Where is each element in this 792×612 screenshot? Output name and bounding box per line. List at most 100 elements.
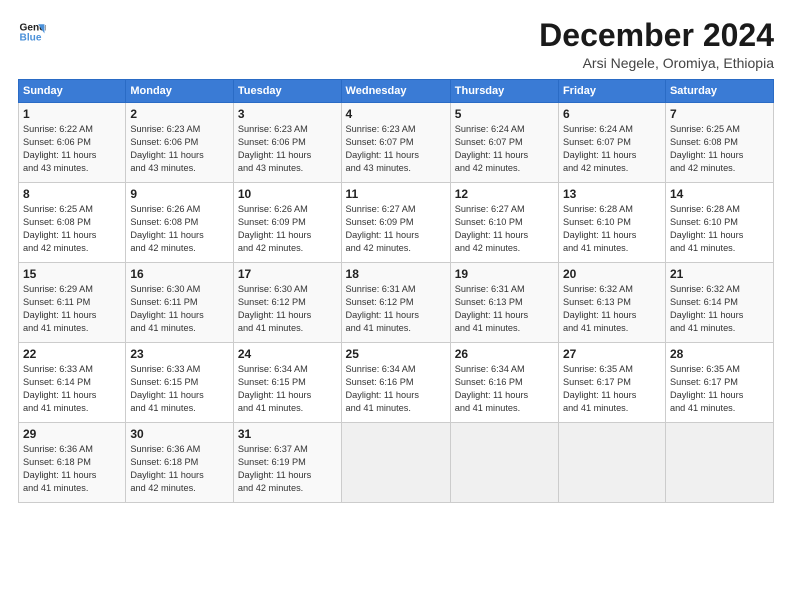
day-info: Sunrise: 6:30 AMSunset: 6:11 PMDaylight:… [130, 283, 229, 335]
logo: General Blue [18, 18, 46, 46]
day-number: 2 [130, 107, 229, 121]
day-info: Sunrise: 6:24 AMSunset: 6:07 PMDaylight:… [563, 123, 661, 175]
day-number: 14 [670, 187, 769, 201]
day-info: Sunrise: 6:22 AMSunset: 6:06 PMDaylight:… [23, 123, 121, 175]
table-row: 2 Sunrise: 6:23 AMSunset: 6:06 PMDaylight… [126, 103, 234, 183]
day-info: Sunrise: 6:25 AMSunset: 6:08 PMDaylight:… [23, 203, 121, 255]
day-number: 15 [23, 267, 121, 281]
table-row: 16 Sunrise: 6:30 AMSunset: 6:11 PMDayligh… [126, 263, 234, 343]
day-info: Sunrise: 6:34 AMSunset: 6:15 PMDaylight:… [238, 363, 337, 415]
table-row: 8 Sunrise: 6:25 AMSunset: 6:08 PMDaylight… [19, 183, 126, 263]
day-info: Sunrise: 6:34 AMSunset: 6:16 PMDaylight:… [455, 363, 554, 415]
table-row [665, 423, 773, 503]
day-info: Sunrise: 6:37 AMSunset: 6:19 PMDaylight:… [238, 443, 337, 495]
day-number: 19 [455, 267, 554, 281]
table-row [558, 423, 665, 503]
day-info: Sunrise: 6:26 AMSunset: 6:08 PMDaylight:… [130, 203, 229, 255]
day-number: 30 [130, 427, 229, 441]
table-row: 7 Sunrise: 6:25 AMSunset: 6:08 PMDaylight… [665, 103, 773, 183]
col-friday: Friday [558, 80, 665, 103]
day-info: Sunrise: 6:31 AMSunset: 6:12 PMDaylight:… [346, 283, 446, 335]
table-row: 9 Sunrise: 6:26 AMSunset: 6:08 PMDaylight… [126, 183, 234, 263]
col-saturday: Saturday [665, 80, 773, 103]
day-number: 23 [130, 347, 229, 361]
table-row: 30 Sunrise: 6:36 AMSunset: 6:18 PMDayligh… [126, 423, 234, 503]
day-number: 29 [23, 427, 121, 441]
table-row: 13 Sunrise: 6:28 AMSunset: 6:10 PMDayligh… [558, 183, 665, 263]
calendar: Sunday Monday Tuesday Wednesday Thursday… [18, 79, 774, 503]
table-row: 24 Sunrise: 6:34 AMSunset: 6:15 PMDayligh… [233, 343, 341, 423]
col-monday: Monday [126, 80, 234, 103]
day-info: Sunrise: 6:35 AMSunset: 6:17 PMDaylight:… [670, 363, 769, 415]
day-info: Sunrise: 6:27 AMSunset: 6:09 PMDaylight:… [346, 203, 446, 255]
col-wednesday: Wednesday [341, 80, 450, 103]
table-row [450, 423, 558, 503]
day-number: 18 [346, 267, 446, 281]
day-number: 3 [238, 107, 337, 121]
day-number: 27 [563, 347, 661, 361]
day-info: Sunrise: 6:33 AMSunset: 6:14 PMDaylight:… [23, 363, 121, 415]
col-sunday: Sunday [19, 80, 126, 103]
day-info: Sunrise: 6:30 AMSunset: 6:12 PMDaylight:… [238, 283, 337, 335]
day-info: Sunrise: 6:23 AMSunset: 6:07 PMDaylight:… [346, 123, 446, 175]
table-row: 19 Sunrise: 6:31 AMSunset: 6:13 PMDayligh… [450, 263, 558, 343]
day-number: 11 [346, 187, 446, 201]
day-number: 5 [455, 107, 554, 121]
day-number: 9 [130, 187, 229, 201]
day-info: Sunrise: 6:26 AMSunset: 6:09 PMDaylight:… [238, 203, 337, 255]
day-info: Sunrise: 6:24 AMSunset: 6:07 PMDaylight:… [455, 123, 554, 175]
day-info: Sunrise: 6:36 AMSunset: 6:18 PMDaylight:… [23, 443, 121, 495]
day-info: Sunrise: 6:28 AMSunset: 6:10 PMDaylight:… [563, 203, 661, 255]
day-number: 20 [563, 267, 661, 281]
day-number: 10 [238, 187, 337, 201]
day-info: Sunrise: 6:27 AMSunset: 6:10 PMDaylight:… [455, 203, 554, 255]
table-row: 28 Sunrise: 6:35 AMSunset: 6:17 PMDayligh… [665, 343, 773, 423]
table-row: 4 Sunrise: 6:23 AMSunset: 6:07 PMDaylight… [341, 103, 450, 183]
day-info: Sunrise: 6:23 AMSunset: 6:06 PMDaylight:… [238, 123, 337, 175]
calendar-header-row: Sunday Monday Tuesday Wednesday Thursday… [19, 80, 774, 103]
day-number: 13 [563, 187, 661, 201]
table-row: 3 Sunrise: 6:23 AMSunset: 6:06 PMDaylight… [233, 103, 341, 183]
title-block: December 2024 Arsi Negele, Oromiya, Ethi… [539, 18, 774, 71]
day-number: 8 [23, 187, 121, 201]
main-title: December 2024 [539, 18, 774, 53]
day-info: Sunrise: 6:31 AMSunset: 6:13 PMDaylight:… [455, 283, 554, 335]
day-number: 16 [130, 267, 229, 281]
day-info: Sunrise: 6:25 AMSunset: 6:08 PMDaylight:… [670, 123, 769, 175]
table-row: 20 Sunrise: 6:32 AMSunset: 6:13 PMDayligh… [558, 263, 665, 343]
day-number: 4 [346, 107, 446, 121]
svg-text:Blue: Blue [20, 33, 42, 44]
day-info: Sunrise: 6:35 AMSunset: 6:17 PMDaylight:… [563, 363, 661, 415]
day-info: Sunrise: 6:33 AMSunset: 6:15 PMDaylight:… [130, 363, 229, 415]
table-row: 22 Sunrise: 6:33 AMSunset: 6:14 PMDayligh… [19, 343, 126, 423]
day-info: Sunrise: 6:34 AMSunset: 6:16 PMDaylight:… [346, 363, 446, 415]
day-info: Sunrise: 6:23 AMSunset: 6:06 PMDaylight:… [130, 123, 229, 175]
table-row: 1 Sunrise: 6:22 AMSunset: 6:06 PMDaylight… [19, 103, 126, 183]
day-number: 24 [238, 347, 337, 361]
table-row: 17Sunrise: 6:30 AMSunset: 6:12 PMDayligh… [233, 263, 341, 343]
table-row [341, 423, 450, 503]
table-row: 23 Sunrise: 6:33 AMSunset: 6:15 PMDayligh… [126, 343, 234, 423]
calendar-week-row: 22 Sunrise: 6:33 AMSunset: 6:14 PMDayligh… [19, 343, 774, 423]
table-row: 18 Sunrise: 6:31 AMSunset: 6:12 PMDayligh… [341, 263, 450, 343]
table-row: 14Sunrise: 6:28 AMSunset: 6:10 PMDayligh… [665, 183, 773, 263]
table-row: 6 Sunrise: 6:24 AMSunset: 6:07 PMDaylight… [558, 103, 665, 183]
col-thursday: Thursday [450, 80, 558, 103]
day-info: Sunrise: 6:32 AMSunset: 6:13 PMDaylight:… [563, 283, 661, 335]
calendar-week-row: 15Sunrise: 6:29 AMSunset: 6:11 PMDayligh… [19, 263, 774, 343]
calendar-week-row: 29 Sunrise: 6:36 AMSunset: 6:18 PMDayligh… [19, 423, 774, 503]
day-number: 28 [670, 347, 769, 361]
table-row: 10 Sunrise: 6:26 AMSunset: 6:09 PMDayligh… [233, 183, 341, 263]
table-row: 29 Sunrise: 6:36 AMSunset: 6:18 PMDayligh… [19, 423, 126, 503]
col-tuesday: Tuesday [233, 80, 341, 103]
table-row: 11 Sunrise: 6:27 AMSunset: 6:09 PMDayligh… [341, 183, 450, 263]
day-number: 22 [23, 347, 121, 361]
day-number: 6 [563, 107, 661, 121]
day-info: Sunrise: 6:36 AMSunset: 6:18 PMDaylight:… [130, 443, 229, 495]
table-row: 27 Sunrise: 6:35 AMSunset: 6:17 PMDayligh… [558, 343, 665, 423]
day-number: 7 [670, 107, 769, 121]
table-row: 21Sunrise: 6:32 AMSunset: 6:14 PMDayligh… [665, 263, 773, 343]
day-number: 1 [23, 107, 121, 121]
day-number: 12 [455, 187, 554, 201]
table-row: 26Sunrise: 6:34 AMSunset: 6:16 PMDayligh… [450, 343, 558, 423]
